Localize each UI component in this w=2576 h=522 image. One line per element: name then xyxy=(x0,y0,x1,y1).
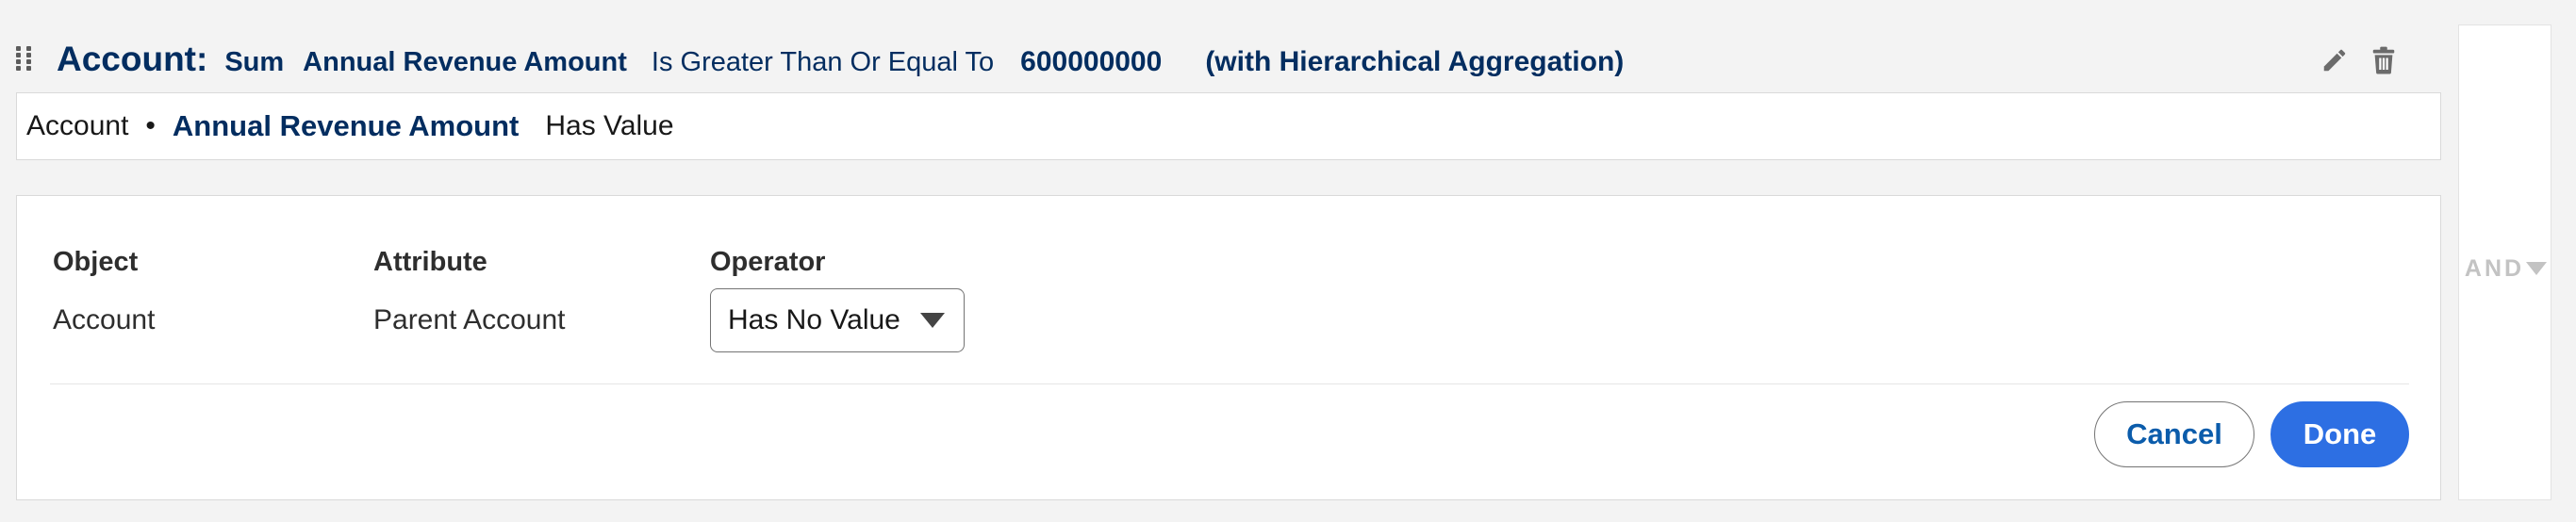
attribute-column: Attribute Parent Account xyxy=(373,243,565,339)
object-column: Object Account xyxy=(53,243,155,339)
summary-object: Account xyxy=(26,110,129,141)
condition-summary: Account • Annual Revenue Amount Has Valu… xyxy=(16,92,2441,160)
done-button[interactable]: Done xyxy=(2271,401,2409,467)
header-aggregation: Sum xyxy=(224,47,285,77)
summary-operator: Has Value xyxy=(545,110,674,141)
editor-divider xyxy=(50,383,2409,384)
operator-select-value: Has No Value xyxy=(728,304,900,335)
header-aggregation-note: (with Hierarchical Aggregation) xyxy=(1205,46,1625,77)
object-value: Account xyxy=(53,304,156,335)
logic-rail: AND xyxy=(2458,24,2551,500)
condition-header: Account: Sum Annual Revenue Amount Is Gr… xyxy=(0,26,2452,90)
header-field: Annual Revenue Amount xyxy=(303,47,627,77)
summary-separator: • xyxy=(145,110,156,141)
header-operator: Is Greater Than Or Equal To xyxy=(651,47,995,77)
header-value: 600000000 xyxy=(1020,46,1163,77)
delete-button[interactable] xyxy=(2367,43,2401,77)
operator-column: Operator Has No Value xyxy=(710,243,965,352)
header-object-label: Account: xyxy=(57,40,208,78)
object-column-label: Object xyxy=(53,247,139,277)
cancel-button[interactable]: Cancel xyxy=(2094,401,2254,467)
operator-column-label: Operator xyxy=(710,247,826,277)
logic-operator-toggle[interactable]: AND xyxy=(2459,250,2552,287)
logic-operator-label: AND xyxy=(2464,254,2525,282)
drag-handle-icon[interactable] xyxy=(16,46,31,73)
operator-select[interactable]: Has No Value xyxy=(710,288,965,352)
condition-title: Account: Sum Annual Revenue Amount Is Gr… xyxy=(57,40,1624,81)
trash-icon xyxy=(2372,46,2395,74)
condition-editor: Object Account Attribute Parent Account … xyxy=(16,195,2441,500)
summary-field: Annual Revenue Amount xyxy=(172,109,520,142)
attribute-column-label: Attribute xyxy=(373,247,487,277)
caret-down-icon xyxy=(2526,262,2548,275)
edit-button[interactable] xyxy=(2318,43,2352,77)
pencil-icon xyxy=(2323,49,2346,72)
chevron-down-icon xyxy=(920,313,945,328)
attribute-value: Parent Account xyxy=(373,304,566,335)
